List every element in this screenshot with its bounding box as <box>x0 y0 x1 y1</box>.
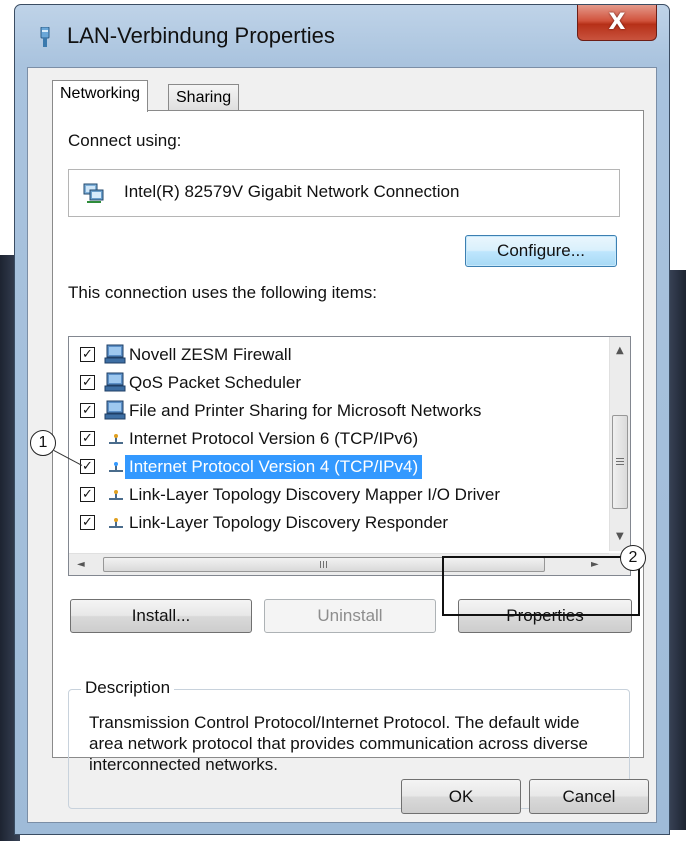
scroll-down-icon[interactable]: ▼ <box>616 531 624 542</box>
item-checkbox[interactable]: ✓ <box>80 347 95 362</box>
window-title: LAN-Verbindung Properties <box>67 23 335 48</box>
uninstall-button[interactable]: Uninstall <box>264 599 436 633</box>
vertical-scrollbar[interactable]: ▲ ▼ <box>609 337 630 551</box>
client-computer-icon <box>104 344 126 364</box>
ok-button[interactable]: OK <box>401 779 521 814</box>
item-label: Internet Protocol Version 4 (TCP/IPv4) <box>125 455 423 479</box>
scroll-up-icon[interactable]: ▲ <box>616 345 624 356</box>
callout-2: 2 <box>620 545 646 571</box>
vertical-scroll-thumb[interactable] <box>612 415 628 509</box>
background-right <box>668 270 686 830</box>
close-button[interactable]: X <box>577 5 657 41</box>
description-text: Transmission Control Protocol/Internet P… <box>89 713 588 774</box>
grip-line <box>323 561 324 568</box>
cancel-button[interactable]: Cancel <box>529 779 649 814</box>
item-label: Novell ZESM Firewall <box>129 345 292 364</box>
item-checkbox[interactable]: ✓ <box>80 431 95 446</box>
list-item[interactable]: ✓ Link-Layer Topology Discovery Responde… <box>69 509 599 537</box>
grip-line <box>326 561 327 568</box>
list-item[interactable]: ✓ Link-Layer Topology Discovery Mapper I… <box>69 481 599 509</box>
grip-line <box>616 464 624 465</box>
client-computer-icon <box>104 400 126 420</box>
items-label: This connection uses the following items… <box>68 283 377 302</box>
list-item-selected[interactable]: ✓ Internet Protocol Version 4 (TCP/IPv4) <box>69 453 599 481</box>
networking-panel: Connect using: Intel(R) 82579V Gigabit N… <box>52 110 644 809</box>
item-label: File and Printer Sharing for Microsoft N… <box>129 401 482 420</box>
network-adapter-icon <box>83 183 104 203</box>
item-label: Internet Protocol Version 6 (TCP/IPv6) <box>129 429 419 448</box>
item-checkbox[interactable]: ✓ <box>80 459 95 474</box>
close-icon: X <box>608 9 626 35</box>
protocol-icon <box>109 518 123 528</box>
grip-line <box>616 461 624 462</box>
scroll-left-icon[interactable]: ◄ <box>77 559 85 570</box>
item-checkbox[interactable]: ✓ <box>80 403 95 418</box>
item-checkbox[interactable]: ✓ <box>80 487 95 502</box>
components-list[interactable]: ✓ Novell ZESM Firewall ✓ QoS Packet Sche… <box>68 336 631 576</box>
title-bar[interactable]: LAN-Verbindung Properties X <box>15 5 669 65</box>
adapter-name: Intel(R) 82579V Gigabit Network Connecti… <box>124 182 460 201</box>
connect-using-label: Connect using: <box>68 131 182 150</box>
tab-networking[interactable]: Networking <box>52 80 149 112</box>
properties-highlight-frame <box>442 556 640 616</box>
list-item[interactable]: ✓ File and Printer Sharing for Microsoft… <box>69 397 599 425</box>
item-checkbox[interactable]: ✓ <box>80 375 95 390</box>
network-plug-icon <box>40 27 50 47</box>
item-label: Link-Layer Topology Discovery Responder <box>129 513 449 532</box>
protocol-icon <box>109 434 123 444</box>
list-item[interactable]: ✓ QoS Packet Scheduler <box>69 369 599 397</box>
callout-1: 1 <box>30 430 56 456</box>
tab-sharing[interactable]: Sharing <box>168 84 240 111</box>
description-legend: Description <box>81 678 175 698</box>
item-label: Link-Layer Topology Discovery Mapper I/O… <box>129 485 500 504</box>
item-label: QoS Packet Scheduler <box>129 373 301 392</box>
dialog-client-area: Networking Sharing Connect using: Intel(… <box>27 67 657 823</box>
item-checkbox[interactable]: ✓ <box>80 515 95 530</box>
configure-button[interactable]: Configure... <box>465 235 617 267</box>
properties-dialog: LAN-Verbindung Properties X Networking S… <box>14 4 670 835</box>
grip-line <box>320 561 321 568</box>
adapter-field: Intel(R) 82579V Gigabit Network Connecti… <box>68 169 620 217</box>
install-button[interactable]: Install... <box>70 599 252 633</box>
list-item[interactable]: ✓ Internet Protocol Version 6 (TCP/IPv6) <box>69 425 599 453</box>
protocol-icon <box>109 462 123 472</box>
grip-line <box>616 458 624 459</box>
client-computer-icon <box>104 372 126 392</box>
protocol-icon <box>109 490 123 500</box>
list-item[interactable]: ✓ Novell ZESM Firewall <box>69 341 599 369</box>
